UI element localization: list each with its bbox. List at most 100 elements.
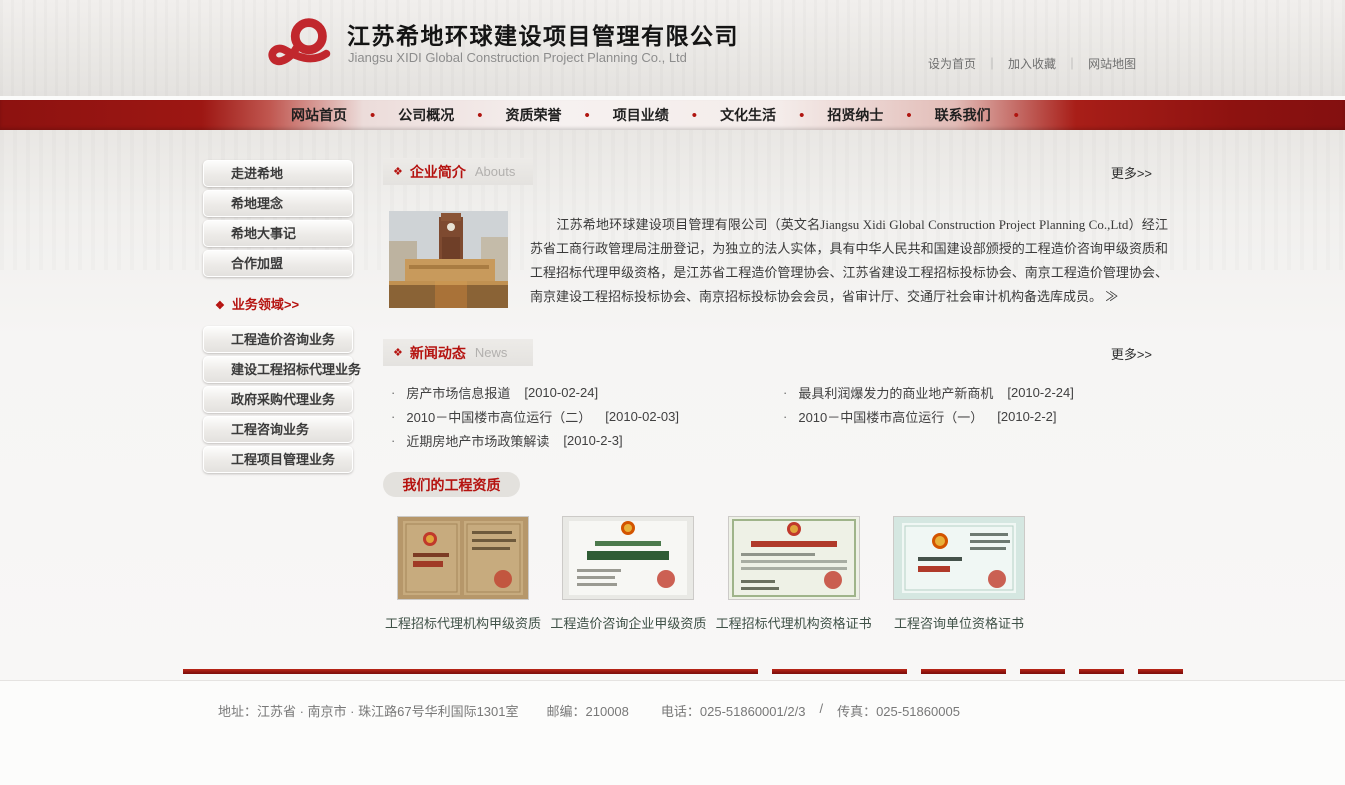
certificates-row: 工程招标代理机构甲级资质 工程造价咨询企业甲级资质	[383, 517, 1039, 632]
certificate-caption: 工程造价咨询企业甲级资质	[550, 613, 706, 632]
about-section-header: ❖ 企业简介 Abouts 更多>>	[383, 158, 1168, 185]
news-list-item: · 房产市场信息报道 [2010-02-24]	[383, 380, 775, 404]
nav-bullet-icon: •	[893, 107, 924, 124]
sidebar-item-cooperation[interactable]: 合作加盟	[203, 250, 353, 277]
news-link[interactable]: 2010－中国楼市高位运行（二）	[406, 407, 591, 426]
news-date: [2010-02-24]	[524, 385, 598, 400]
quick-link-separator: ｜	[1066, 55, 1078, 72]
about-title-en: Abouts	[475, 164, 515, 179]
certificate-image[interactable]	[398, 517, 528, 599]
divider-segment	[1079, 669, 1124, 674]
sidebar-section-title: 业务领域>>	[232, 297, 299, 312]
diamond-icon: ❖	[215, 300, 225, 312]
sidebar-item-bidding-agency[interactable]: 建设工程招标代理业务	[203, 356, 353, 383]
news-list-item: · 2010－中国楼市高位运行（二） [2010-02-03]	[383, 404, 775, 428]
nav-item-contact[interactable]: 联系我们	[925, 105, 1001, 125]
news-more-link[interactable]: 更多>>	[1111, 344, 1152, 363]
about-title: 企业简介	[410, 162, 466, 182]
news-link[interactable]: 2010－中国楼市高位运行（一）	[798, 407, 983, 426]
nav-items: 网站首页 • 公司概况 • 资质荣誉 • 项目业绩 • 文化生活 • 招贤纳士 …	[281, 100, 1032, 130]
certificate-image[interactable]	[563, 517, 693, 599]
nav-item-home[interactable]: 网站首页	[281, 105, 357, 125]
bullet-icon: ·	[783, 385, 787, 400]
news-list-item: · 近期房地产市场政策解读 [2010-2-3]	[383, 428, 775, 452]
certificate-figure: 工程招标代理机构甲级资质	[383, 517, 543, 632]
footer: 地址：江苏省 · 南京市 · 珠江路67号华利国际1301室 邮编：210008…	[0, 680, 1345, 785]
news-link[interactable]: 最具利润爆发力的商业地产新商机	[798, 383, 993, 402]
sidebar-item-project-management[interactable]: 工程项目管理业务	[203, 446, 353, 473]
sidebar-item-enter-xidi[interactable]: 走进希地	[203, 160, 353, 187]
quick-link-set-home[interactable]: 设为首页	[928, 55, 976, 72]
certificate-image[interactable]	[894, 517, 1024, 599]
certificate-figure: 工程造价咨询企业甲级资质	[548, 517, 708, 632]
sidebar-section-business-areas[interactable]: ❖ 业务领域>>	[215, 294, 353, 313]
about-title-box: ❖ 企业简介 Abouts	[383, 158, 533, 185]
main-content: ❖ 企业简介 Abouts 更多>>	[383, 130, 1168, 632]
header: 江苏希地环球建设项目管理有限公司 Jiangsu XIDI Global Con…	[0, 0, 1345, 96]
news-link[interactable]: 近期房地产市场政策解读	[406, 431, 549, 450]
about-paragraph: 江苏希地环球建设项目管理有限公司（英文名Jiangsu Xidi Global …	[530, 213, 1168, 309]
news-lists: · 房产市场信息报道 [2010-02-24] · 2010－中国楼市高位运行（…	[383, 380, 1168, 452]
quick-link-sitemap[interactable]: 网站地图	[1088, 55, 1136, 72]
news-list-item: · 最具利润爆发力的商业地产新商机 [2010-2-24]	[775, 380, 1167, 404]
news-column-left: · 房产市场信息报道 [2010-02-24] · 2010－中国楼市高位运行（…	[383, 380, 775, 452]
certificate-caption: 工程招标代理机构甲级资质	[385, 613, 541, 632]
sidebar-item-xidi-philosophy[interactable]: 希地理念	[203, 190, 353, 217]
quick-link-separator: ｜	[986, 55, 998, 72]
news-title: 新闻动态	[410, 343, 466, 363]
news-list-item: · 2010－中国楼市高位运行（一） [2010-2-2]	[775, 404, 1167, 428]
bullet-icon: ·	[391, 433, 395, 448]
certificate-image[interactable]	[729, 517, 859, 599]
footer-divider-bar	[183, 669, 1183, 674]
sidebar-item-xidi-milestones[interactable]: 希地大事记	[203, 220, 353, 247]
news-date: [2010-2-2]	[997, 409, 1056, 424]
news-date: [2010-2-24]	[1007, 385, 1074, 400]
footer-zip: 邮编：210008	[547, 701, 629, 720]
certificate-figure: 工程咨询单位资格证书	[879, 517, 1039, 632]
certificate-figure: 工程招标代理机构资格证书	[714, 517, 874, 632]
nav-bullet-icon: •	[1001, 107, 1032, 124]
certificate-caption: 工程招标代理机构资格证书	[716, 613, 872, 632]
nav-item-company-profile[interactable]: 公司概况	[388, 105, 464, 125]
company-name-cn: 江苏希地环球建设项目管理有限公司	[347, 17, 739, 51]
news-title-box: ❖ 新闻动态 News	[383, 339, 533, 366]
about-more-link[interactable]: 更多>>	[1111, 163, 1152, 182]
sidebar-item-eng-consulting[interactable]: 工程咨询业务	[203, 416, 353, 443]
nav-bullet-icon: •	[786, 107, 817, 124]
nav-item-culture[interactable]: 文化生活	[710, 105, 786, 125]
footer-contact-info: 地址：江苏省 · 南京市 · 珠江路67号华利国际1301室 邮编：210008…	[218, 701, 1345, 720]
news-date: [2010-2-3]	[563, 433, 622, 448]
company-building-photo[interactable]	[389, 211, 508, 308]
nav-bullet-icon: •	[357, 107, 388, 124]
quick-link-add-favorite[interactable]: 加入收藏	[1008, 55, 1056, 72]
nav-item-qualifications[interactable]: 资质荣誉	[496, 105, 572, 125]
divider-segment	[772, 669, 907, 674]
nav-item-recruitment[interactable]: 招贤纳士	[817, 105, 893, 125]
about-row: 江苏希地环球建设项目管理有限公司（英文名Jiangsu Xidi Global …	[383, 211, 1168, 335]
news-date: [2010-02-03]	[605, 409, 679, 424]
qualifications-heading: 我们的工程资质	[383, 472, 520, 497]
bullet-icon: ·	[391, 385, 395, 400]
news-title-en: News	[475, 345, 508, 360]
nav-bullet-icon: •	[572, 107, 603, 124]
nav-bullet-icon: •	[464, 107, 495, 124]
page: 江苏希地环球建设项目管理有限公司 Jiangsu XIDI Global Con…	[0, 0, 1345, 785]
footer-fax: 传真：025-51860005	[837, 701, 960, 720]
news-section-header: ❖ 新闻动态 News 更多>>	[383, 339, 1168, 366]
sidebar: 走进希地 希地理念 希地大事记 合作加盟 ❖ 业务领域>> 工程造价咨询业务 建设…	[203, 160, 353, 476]
nav-bullet-icon: •	[679, 107, 710, 124]
sidebar-item-gov-procurement[interactable]: 政府采购代理业务	[203, 386, 353, 413]
company-logo-icon[interactable]	[268, 13, 338, 73]
divider-segment	[1138, 669, 1183, 674]
diamond-icon: ❖	[393, 346, 403, 359]
sidebar-item-cost-consulting[interactable]: 工程造价咨询业务	[203, 326, 353, 353]
divider-segment	[921, 669, 1006, 674]
footer-address: 地址：江苏省 · 南京市 · 珠江路67号华利国际1301室	[218, 701, 519, 720]
news-link[interactable]: 房产市场信息报道	[406, 383, 510, 402]
news-column-right: · 最具利润爆发力的商业地产新商机 [2010-2-24] · 2010－中国楼…	[775, 380, 1167, 452]
certificate-caption: 工程咨询单位资格证书	[894, 613, 1024, 632]
nav-item-projects[interactable]: 项目业绩	[603, 105, 679, 125]
diamond-icon: ❖	[393, 165, 403, 178]
divider-segment	[1020, 669, 1065, 674]
quick-links: 设为首页 ｜ 加入收藏 ｜ 网站地图	[928, 55, 1136, 72]
